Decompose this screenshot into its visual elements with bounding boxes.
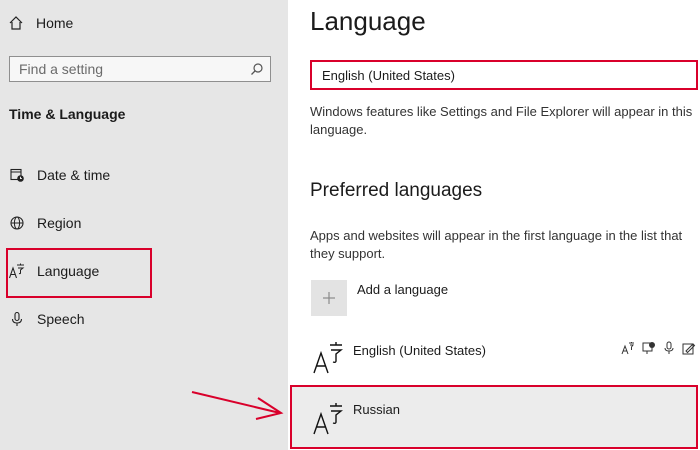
display-language-feature-icon xyxy=(621,341,635,355)
add-language-label[interactable]: Add a language xyxy=(357,282,448,297)
plus-icon xyxy=(322,291,336,305)
sidebar: Home Time & Language Date & time Region xyxy=(0,0,288,450)
main-content: Language English (United States) Windows… xyxy=(288,0,700,450)
page-title: Language xyxy=(310,6,426,36)
search-box[interactable] xyxy=(9,56,271,82)
annotation-arrow-icon xyxy=(191,391,284,420)
section-title: Time & Language xyxy=(9,106,126,122)
language-item-english[interactable]: English (United States) xyxy=(310,333,698,383)
home-label: Home xyxy=(36,15,74,31)
calendar-clock-icon xyxy=(8,167,26,183)
windows-display-language-select[interactable]: English (United States) xyxy=(310,60,698,90)
language-features xyxy=(621,341,696,355)
display-language-value: English (United States) xyxy=(322,67,455,83)
sidebar-item-speech[interactable]: Speech xyxy=(8,307,84,331)
language-name: Russian xyxy=(353,402,400,417)
sidebar-item-region[interactable]: Region xyxy=(8,211,81,235)
language-item-russian[interactable]: Russian xyxy=(310,394,698,444)
speech-recognition-feature-icon xyxy=(663,341,675,355)
language-glyph-icon xyxy=(312,400,346,436)
sidebar-item-label: Date & time xyxy=(37,167,111,183)
sidebar-item-date-time[interactable]: Date & time xyxy=(8,163,110,187)
sidebar-item-label: Region xyxy=(37,215,82,231)
preferred-languages-heading: Preferred languages xyxy=(310,180,483,201)
search-input[interactable] xyxy=(19,61,250,77)
home-nav-item[interactable]: Home xyxy=(8,12,73,34)
handwriting-feature-icon xyxy=(682,341,696,355)
language-glyph-icon xyxy=(312,339,346,375)
sidebar-item-label: Speech xyxy=(37,311,85,327)
language-name: English (United States) xyxy=(353,343,486,358)
text-to-speech-feature-icon xyxy=(642,341,656,355)
settings-window: Home Time & Language Date & time Region xyxy=(0,0,700,450)
preferred-languages-description: Apps and websites will appear in the fir… xyxy=(310,228,683,261)
display-language-description: Windows features like Settings and File … xyxy=(310,104,693,137)
home-icon xyxy=(8,15,24,31)
microphone-icon xyxy=(8,311,26,327)
add-language-button[interactable] xyxy=(311,280,347,316)
search-icon[interactable] xyxy=(250,62,264,76)
globe-icon xyxy=(8,215,26,231)
language-highlight-box xyxy=(6,248,152,298)
